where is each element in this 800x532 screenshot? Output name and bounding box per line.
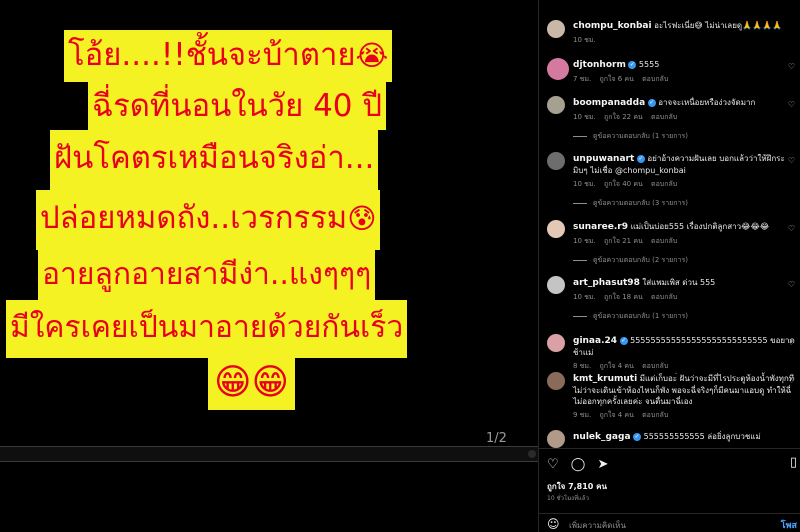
comment-username[interactable]: djtonhorm [573,60,626,70]
caption-line-4: ปล่อยหมดถัง..เวรกรรม😰 [36,190,381,250]
comment-username[interactable]: unpuwanart [573,154,634,164]
comment-text: ใส่แพมเพิส ด่วน 555 [642,278,716,287]
bookmark-icon[interactable]: ▯ [790,455,797,470]
comment-text: อะไรฟะเนี่ย😅 ไม่น่าเลยดู🙏🙏🙏🙏 [654,21,782,30]
heart-icon[interactable]: ♡ [547,457,559,472]
comment-username[interactable]: nulek_gaga [573,432,631,442]
avatar-image [547,334,565,352]
caption-line-2: ฉี่รดที่นอนในวัย 40 ปี [88,82,387,130]
comment-username[interactable]: kmt_krumuti [573,374,637,384]
media-seekbar[interactable] [0,446,538,462]
view-replies-link[interactable]: ดูข้อความตอบกลับ (3 รายการ) [573,198,795,209]
comment-input[interactable]: เพิ่มความคิดเห็น [569,519,626,532]
view-replies-link[interactable]: ดูข้อความตอบกลับ (1 รายการ) [573,131,795,142]
like-comment-icon[interactable]: ♡ [788,224,795,233]
comment-likes[interactable]: ถูกใจ 40 คน [604,180,643,188]
comment-time: 10 ชม. [573,237,596,245]
comment-likes[interactable]: ถูกใจ 4 คน [600,362,634,370]
comment-username[interactable]: boompanadda [573,98,645,108]
like-comment-icon[interactable]: ♡ [788,338,795,347]
reply-button[interactable]: ตอบกลับ [642,411,668,419]
add-comment-bar: ☺ เพิ่มความคิดเห็น โพส [539,513,800,532]
avatar[interactable] [547,372,565,390]
comment-time: 8 ชม. [573,362,592,370]
avatar-image [547,152,565,170]
avatar[interactable] [547,58,569,80]
comment-likes[interactable]: ถูกใจ 18 คน [604,293,643,301]
comment-text: 5555 [638,60,660,69]
avatar-image [547,20,565,38]
verified-badge-icon: ✓ [647,98,656,107]
reply-button[interactable]: ตอบกลับ [642,75,668,83]
comment-likes[interactable]: ถูกใจ 6 คน [600,75,634,83]
comment-username[interactable]: chompu_konbai [573,21,652,31]
avatar-image [547,276,565,294]
avatar[interactable] [547,276,565,294]
comment-likes[interactable]: ถูกใจ 22 คน [604,113,643,121]
view-replies-link[interactable]: ดูข้อความตอบกลับ (1 รายการ) [573,311,795,322]
comment-time: 10 ชม. [573,36,596,44]
caption-line-1: โอ้ย....!!ชั้นจะบ้าตาย😭 [64,30,393,82]
comment-username[interactable]: ginaa.24 [573,336,617,346]
like-comment-icon[interactable]: ♡ [788,280,795,289]
comment-time: 9 ชม. [573,411,592,419]
comment-likes[interactable]: ถูกใจ 21 คน [604,237,643,245]
reply-button[interactable]: ตอบกลับ [651,237,677,245]
avatar-image [547,96,565,114]
verified-badge-icon: ✓ [636,154,645,163]
avatar-image [547,430,565,448]
avatar-image [547,372,565,390]
comment-time: 10 ชม. [573,293,596,301]
media-page-counter: 1/2 [486,431,507,446]
share-send-icon[interactable]: ➤ [598,457,609,472]
comment-bubble-icon[interactable]: ◯ [571,457,586,472]
reply-button[interactable]: ตอบกลับ [651,180,677,188]
post-actions: ♡ ◯ ➤ ▯ ถูกใจ 7,810 คน 10 ชั่วโมงที่แล้ว… [539,448,800,532]
anxious-sweat-emoji: 😰 [347,202,377,235]
comment-time: 7 ชม. [573,75,592,83]
like-comment-icon[interactable]: ♡ [788,62,795,71]
avatar-image [547,220,565,238]
caption-line-5: อายลูกอายสามีง่า..แงๆๆๆ [38,250,376,300]
comment-likes[interactable]: ถูกใจ 4 คน [600,411,634,419]
reply-button[interactable]: ตอบกลับ [651,293,677,301]
comment-time: 10 ชม. [573,113,596,121]
seek-handle[interactable] [528,450,536,458]
avatar[interactable] [547,430,565,448]
view-replies-link[interactable]: ดูข้อความตอบกลับ (2 รายการ) [573,255,795,266]
comment-time: 10 ชม. [573,180,596,188]
like-comment-icon[interactable]: ♡ [788,156,795,165]
caption-line-7: 😁😁 [208,358,296,410]
avatar[interactable] [547,152,565,170]
verified-badge-icon: ✓ [633,432,642,441]
avatar[interactable] [547,220,565,238]
avatar[interactable] [547,20,565,38]
verified-badge-icon: ✓ [619,336,628,345]
like-comment-icon[interactable]: ♡ [788,100,795,109]
comment-text: 555555555555 ล่อยิ่งลูกบวชแม่ [643,432,761,441]
avatar[interactable] [547,96,565,114]
avatar-image [547,58,569,80]
emoji-picker-icon[interactable]: ☺ [547,517,560,531]
reply-button[interactable]: ตอบกลับ [642,362,668,370]
like-comment-icon[interactable]: ♡ [788,376,795,385]
crying-emoji: 😭 [355,39,389,72]
like-count[interactable]: ถูกใจ 7,810 คน [547,480,607,493]
reply-button[interactable]: ตอบกลับ [651,113,677,121]
comment-text: แม่เป็นบ่อย555 เรื่องปกติลูกสาว😂😂😂 [630,222,770,231]
comment-username[interactable]: sunaree.r9 [573,222,628,232]
post-button[interactable]: โพส [781,518,797,532]
post-date: 10 ชั่วโมงที่แล้ว [547,495,589,502]
verified-badge-icon: ✓ [628,60,637,69]
grinning-emoji: 😁😁 [214,362,290,403]
caption-line-3: ฝันโคตรเหมือนจริงอ่า... [50,130,379,190]
comments-panel: chompu_konbai อะไรฟะเนี่ย😅 ไม่น่าเลยดู🙏🙏… [538,0,800,532]
caption-line-6: มีใครเคยเป็นมาอายด้วยกันเร็ว [6,300,408,358]
comment-text: อาจจะเหนื่อยหรือง่วงจัดมาก [658,98,756,107]
comment-username[interactable]: art_phasut98 [573,278,640,288]
avatar[interactable] [547,334,565,352]
